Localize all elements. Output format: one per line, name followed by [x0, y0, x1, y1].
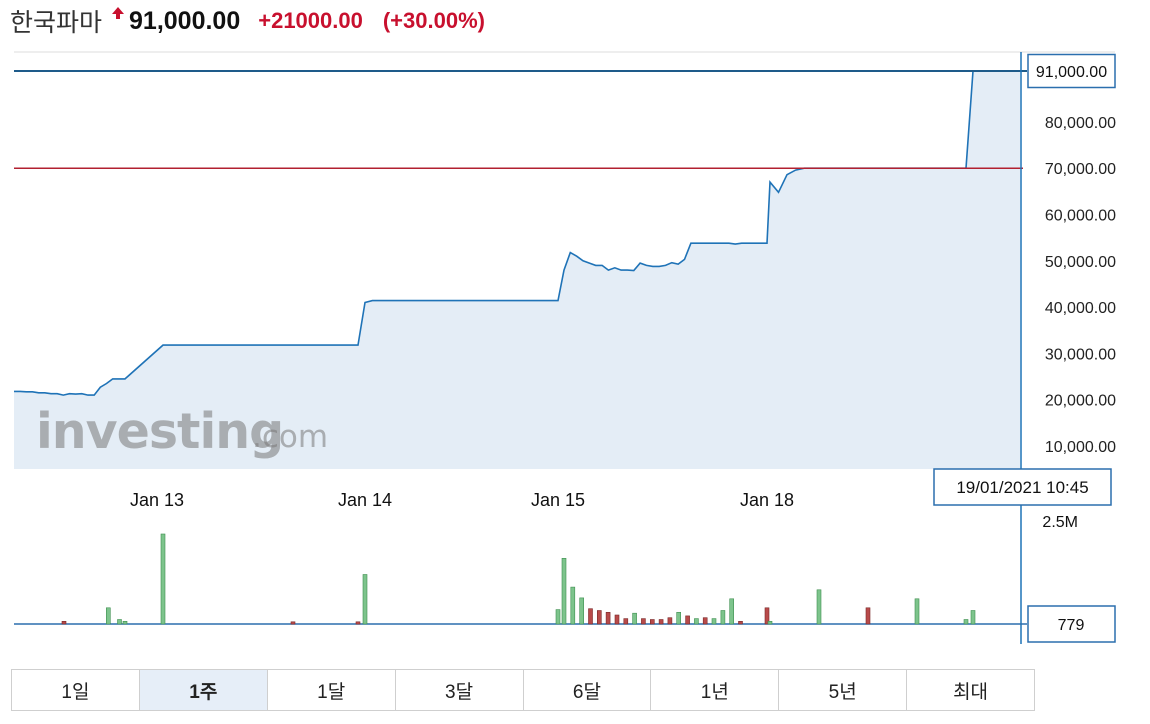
range-tabs: 1일 1주 1달 3달 6달 1년 5년 최대: [11, 669, 1035, 711]
volume-bar: [160, 533, 166, 625]
range-tab[interactable]: 1년: [651, 670, 780, 710]
volume-bar: [561, 557, 567, 625]
price-change: +21000.00: [258, 8, 363, 33]
crosshair-date-label: 19/01/2021 10:45: [956, 478, 1088, 497]
volume-bar: [579, 597, 585, 625]
time-axis: Jan 13 Jan 14 Jan 15 Jan 18: [130, 490, 794, 510]
instrument-name: 한국파마: [10, 9, 103, 37]
x-tick-label: Jan 18: [740, 490, 794, 510]
volume-bar: [555, 609, 561, 625]
volume-bar: [588, 608, 593, 625]
volume-bar: [963, 619, 969, 625]
price-axis: 10,000.00 20,000.00 30,000.00 40,000.00 50,0…: [1045, 115, 1116, 456]
volume-bar: [729, 598, 735, 625]
y-tick-label: 50,000.00: [1045, 254, 1116, 271]
volume-bar: [667, 617, 673, 625]
y-tick-label: 60,000.00: [1045, 208, 1116, 225]
volume-bar: [122, 620, 128, 625]
volume-bar: [117, 619, 122, 625]
volume-bar: [738, 620, 743, 625]
volume-bar: [614, 614, 620, 625]
volume-bar: [658, 619, 664, 625]
y-tick-label: 40,000.00: [1045, 300, 1116, 317]
volume-bar: [711, 618, 717, 625]
last-price: 91,000.00: [129, 6, 241, 35]
range-tab[interactable]: 1주: [139, 670, 268, 710]
volume-bar: [355, 621, 361, 625]
price-change-percent: (+30.00%): [382, 8, 485, 33]
range-tab[interactable]: 1일: [12, 670, 140, 710]
volume-bar: [720, 610, 726, 625]
price-chart[interactable]: investing .com 10,000.00 20,000.00 30,000.…: [0, 44, 1150, 660]
volume-bar: [970, 610, 976, 625]
volume-bar: [767, 620, 773, 625]
volume-last-label: 779: [1058, 617, 1085, 634]
volume-bar: [641, 618, 646, 625]
volume-bar: [570, 586, 576, 625]
up-arrow-icon: [112, 6, 125, 24]
volume-bar: [816, 589, 822, 625]
volume-bar: [632, 612, 637, 625]
volume-bar: [865, 607, 871, 625]
x-tick-label: Jan 13: [130, 490, 184, 510]
y-tick-label: 70,000.00: [1045, 161, 1116, 178]
range-tab[interactable]: 3달: [395, 670, 524, 710]
quote-header: 한국파마 91,000.00 +21000.00 (+30.00%): [10, 4, 485, 38]
price-plot-area[interactable]: [14, 51, 1115, 644]
volume-bar: [676, 611, 682, 625]
volume-bar: [685, 615, 690, 625]
volume-plot-area[interactable]: 2.5M: [14, 514, 1078, 625]
y-tick-label: 30,000.00: [1045, 346, 1116, 363]
volume-bar: [914, 598, 920, 625]
watermark-suffix: .com: [252, 419, 328, 455]
range-tab[interactable]: 5년: [779, 670, 908, 710]
y-tick-label: 10,000.00: [1045, 439, 1116, 456]
range-tab[interactable]: 6달: [523, 670, 652, 710]
y-tick-label: 20,000.00: [1045, 393, 1116, 410]
volume-bar: [290, 621, 296, 625]
y-tick-label: 80,000.00: [1045, 115, 1116, 132]
volume-bar: [362, 574, 368, 625]
volume-bar: [623, 618, 629, 625]
last-price-label: 91,000.00: [1036, 64, 1107, 81]
volume-bar: [702, 617, 708, 625]
volume-bar: [596, 610, 602, 625]
range-tab[interactable]: 최대: [907, 670, 1034, 710]
volume-bar: [106, 607, 111, 625]
volume-bar: [649, 619, 655, 625]
x-tick-label: Jan 14: [338, 490, 392, 510]
volume-axis-label: 2.5M: [1042, 514, 1078, 531]
volume-bar: [694, 618, 699, 625]
range-tab[interactable]: 1달: [267, 670, 396, 710]
volume-bar: [605, 611, 611, 625]
volume-bar: [61, 620, 67, 625]
watermark-text: investing: [36, 403, 283, 460]
x-tick-label: Jan 15: [531, 490, 585, 510]
